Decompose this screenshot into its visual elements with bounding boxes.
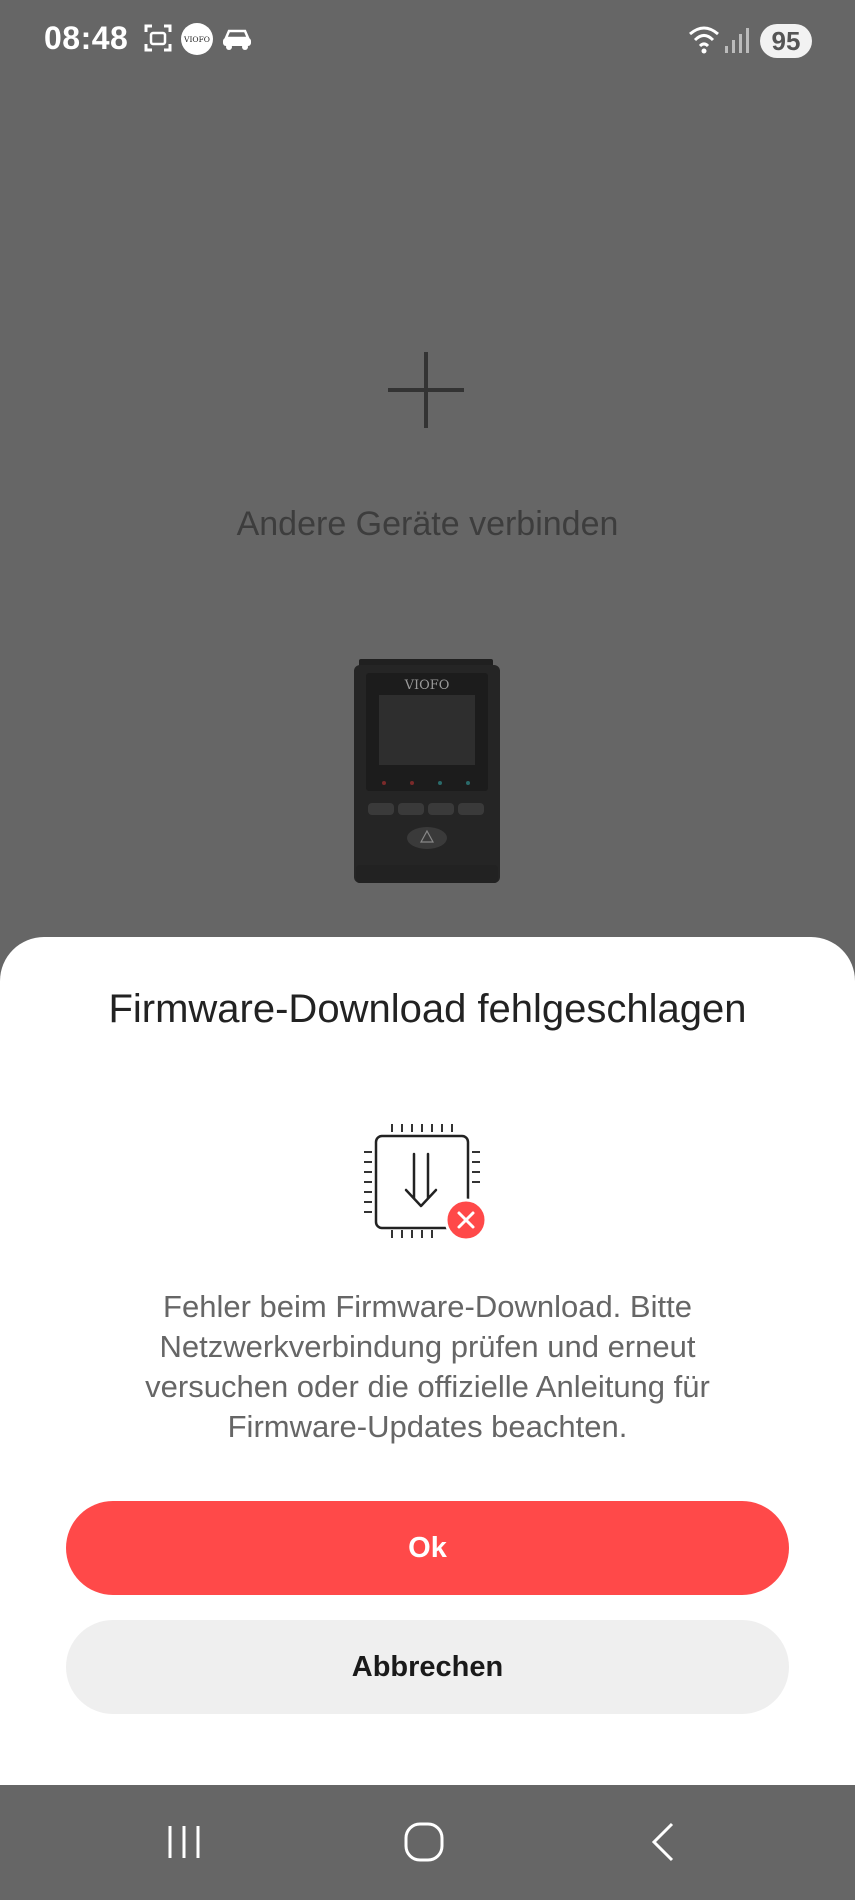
back-icon[interactable]	[640, 1818, 688, 1866]
viofo-app-icon: VIOFO	[181, 23, 213, 55]
home-icon[interactable]	[400, 1818, 448, 1866]
navigation-bar	[0, 1785, 855, 1900]
dialog-title: Firmware-Download fehlgeschlagen	[108, 987, 747, 1031]
dialog-message: Fehler beim Firmware-Download. Bitte Net…	[145, 1289, 710, 1444]
battery-level: 95	[760, 24, 812, 58]
firmware-download-error-icon	[364, 1124, 488, 1242]
ok-button[interactable]: Ok	[66, 1501, 789, 1595]
dashcam-image: VIOFO	[354, 659, 500, 883]
error-dialog: Firmware-Download fehlgeschlagen Fehler …	[0, 937, 855, 1785]
recent-apps-icon[interactable]	[160, 1818, 208, 1866]
viofo-app-icon-text: VIOFO	[183, 35, 210, 44]
plus-icon[interactable]	[386, 350, 466, 430]
camera-brand-label: VIOFO	[404, 678, 450, 693]
signal-icon	[725, 28, 749, 53]
status-time: 08:48	[44, 20, 129, 56]
screenshot-icon	[144, 24, 172, 52]
cancel-button[interactable]: Abbrechen	[66, 1620, 789, 1714]
car-icon	[223, 29, 251, 50]
wifi-icon	[689, 26, 719, 54]
status-bar: 08:48 VIOFO 95	[0, 0, 855, 80]
add-device-label[interactable]: Andere Geräte verbinden	[0, 505, 855, 544]
